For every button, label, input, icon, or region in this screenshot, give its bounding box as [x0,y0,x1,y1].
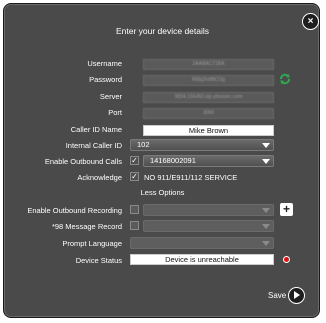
chevron-down-icon [262,241,270,246]
dialog-title: Enter your device details [115,26,210,36]
device-status-label: Device Status [75,256,122,265]
port-field[interactable]: 3060 [143,108,274,119]
password-label: Password [89,75,122,84]
server-label: Server [99,92,122,101]
username-field[interactable]: 2AABAC71BA [143,59,274,70]
status-indicator-icon [283,256,290,263]
refresh-icon[interactable] [279,73,291,85]
internal-caller-id-select[interactable]: 102 [130,139,274,151]
username-label: Username [87,59,122,68]
acknowledge-checkbox[interactable]: ✓ [130,172,139,181]
outbound-recording-label: Enable Outbound Recording [27,206,122,215]
outbound-recording-select[interactable] [143,204,274,216]
prompt-language-select[interactable] [130,237,274,249]
chevron-down-icon [262,143,270,148]
caller-id-name-label: Caller ID Name [70,125,122,134]
play-icon [294,291,300,299]
chevron-down-icon [262,208,270,213]
acknowledge-text: NO 911/E911/112 SERVICE [144,173,238,182]
internal-caller-id-label: Internal Caller ID [65,141,122,150]
enable-outbound-calls-checkbox[interactable]: ✓ [130,156,139,165]
enable-outbound-calls-label: Enable Outbound Calls [44,157,122,166]
save-button[interactable] [288,287,305,304]
device-status-value: Device is unreachable [130,254,274,265]
server-field[interactable]: 9834.155450.sip.yboxsec.com [143,92,274,103]
add-icon[interactable]: + [280,203,293,216]
outbound-number-value: 14168002091 [150,156,196,165]
chevron-down-icon [262,224,270,229]
message-record-label: *98 Message Record [51,222,122,231]
outbound-recording-checkbox[interactable] [130,205,139,214]
message-record-checkbox[interactable] [130,221,139,230]
chevron-down-icon [262,159,270,164]
port-label: Port [108,108,122,117]
acknowledge-label: Acknowledge [77,173,122,182]
close-icon[interactable]: × [302,13,319,30]
device-details-dialog: Enter your device details × Username 2AA… [3,3,320,318]
outbound-number-select[interactable]: 14168002091 [143,155,274,167]
save-label[interactable]: Save [268,291,286,300]
message-record-select[interactable] [143,220,274,232]
internal-caller-id-value: 102 [137,140,150,149]
prompt-language-label: Prompt Language [62,239,122,248]
less-options-toggle[interactable]: Less Options [4,188,321,197]
caller-id-name-field[interactable]: Mike Brown [143,125,274,136]
password-field[interactable]: R6bj2hdf8COg [143,75,274,86]
